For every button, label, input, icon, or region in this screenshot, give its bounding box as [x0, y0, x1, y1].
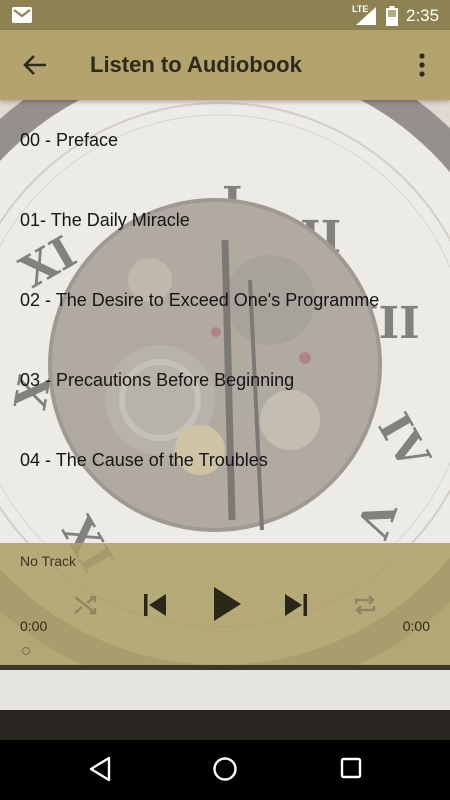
total-duration: 0:00	[402, 618, 430, 634]
clock: 2:35	[406, 6, 440, 25]
track-item-04[interactable]: 04 - The Cause of the Troubles	[0, 420, 450, 500]
battery-icon	[386, 6, 398, 26]
system-navigation-bar	[0, 740, 450, 800]
home-circle-icon[interactable]	[212, 756, 238, 782]
recents-square-icon[interactable]	[339, 756, 363, 780]
track-title: 02 - The Desire to Exceed One's Programm…	[20, 289, 380, 310]
now-playing-title: No Track	[20, 553, 77, 569]
track-item-02[interactable]: 02 - The Desire to Exceed One's Programm…	[0, 260, 450, 340]
back-arrow-icon[interactable]	[22, 53, 48, 77]
status-bar: LTE 2:35	[0, 0, 450, 30]
play-icon[interactable]	[211, 585, 243, 623]
track-title: 00 - Preface	[20, 129, 119, 150]
track-item-01[interactable]: 01- The Daily Miracle	[0, 180, 450, 260]
track-item-03[interactable]: 03 - Precautions Before Beginning	[0, 340, 450, 420]
track-item-00[interactable]: 00 - Preface	[0, 100, 450, 180]
shuffle-icon[interactable]	[73, 593, 99, 617]
page-title: Listen to Audiobook	[90, 52, 302, 77]
repeat-icon[interactable]	[352, 593, 378, 617]
track-title: 04 - The Cause of the Troubles	[20, 449, 268, 470]
overflow-menu-icon[interactable]	[412, 52, 432, 78]
back-triangle-icon[interactable]	[88, 756, 112, 782]
elapsed-time: 0:00	[20, 618, 48, 634]
gmail-icon	[12, 7, 32, 23]
skip-previous-icon[interactable]	[142, 591, 168, 619]
track-title: 01- The Daily Miracle	[20, 209, 190, 230]
signal-icon	[356, 7, 376, 25]
player-panel: No Track 0:00 0:00	[0, 543, 450, 665]
seek-bar-thumb[interactable]	[22, 647, 30, 655]
app-bar: Listen to Audiobook	[0, 30, 450, 100]
content-area: I II III IV XI X IX V 00 - Preface 01- T…	[0, 100, 450, 740]
track-title: 03 - Precautions Before Beginning	[20, 369, 295, 390]
track-list: 00 - Preface 01- The Daily Miracle 02 - …	[0, 100, 450, 500]
skip-next-icon[interactable]	[283, 591, 309, 619]
